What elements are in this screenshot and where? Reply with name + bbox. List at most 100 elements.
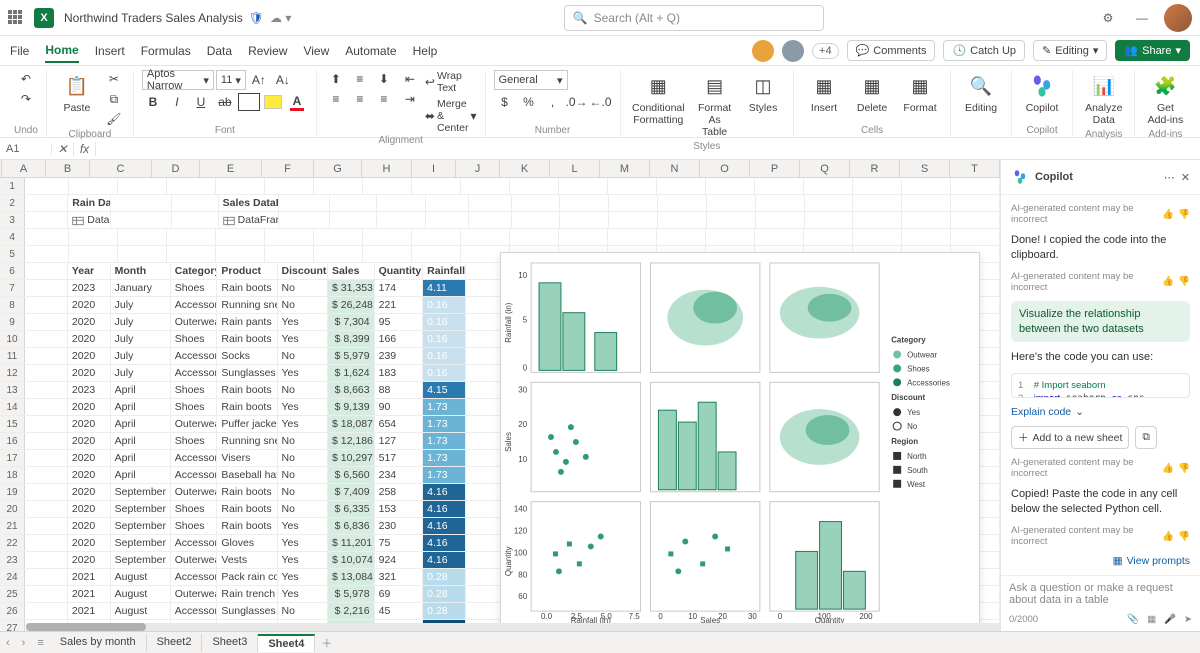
cell[interactable] [951,195,1000,211]
strike-button[interactable]: ab [214,93,236,111]
cell[interactable]: Shoes [171,331,218,347]
thumbs-up-icon[interactable]: 👍 [1162,463,1174,474]
column-header[interactable]: R [850,160,900,177]
cell[interactable] [25,348,68,364]
cell[interactable] [167,246,216,262]
cell[interactable]: Shoes [171,280,218,296]
cell[interactable] [377,212,426,228]
cell[interactable]: September [111,552,171,568]
cell[interactable] [902,212,951,228]
row-header[interactable]: 11 [0,348,25,364]
more-icon[interactable]: ⋯ [1164,171,1175,184]
column-header[interactable]: D [152,160,200,177]
cell[interactable]: Outerwear [171,552,218,568]
cell[interactable]: 0.16 [423,365,466,381]
cell[interactable]: $ 12,186 [328,433,375,449]
cell[interactable] [657,178,706,194]
cell[interactable] [512,212,561,228]
thumbs-down-icon[interactable]: 👎 [1178,463,1190,474]
column-header[interactable]: Q [800,160,850,177]
cell[interactable] [25,450,68,466]
row-header[interactable]: 7 [0,280,25,296]
cell[interactable]: $ 7,304 [328,314,375,330]
cell[interactable] [25,552,68,568]
pairplot-chart[interactable]: Rainfall (in) Sales Quantity Rainfall (i… [500,252,980,631]
cell[interactable]: Accessories [171,603,218,619]
cell[interactable]: No [278,382,328,398]
cell[interactable] [658,195,707,211]
cell[interactable]: 75 [375,535,424,551]
percent-button[interactable]: % [518,93,540,111]
cell[interactable] [469,212,512,228]
cell[interactable]: $ 8,399 [328,331,375,347]
cell[interactable]: 166 [375,331,424,347]
cell[interactable] [608,178,657,194]
cell[interactable]: $ 8,663 [328,382,375,398]
cell[interactable]: Rain trench coats [217,586,277,602]
row-header[interactable]: 26 [0,603,25,619]
cell[interactable] [902,178,951,194]
number-format-select[interactable]: General▾ [494,70,568,90]
cell[interactable]: 4.16 [423,535,466,551]
cell[interactable]: No [278,484,328,500]
cell[interactable]: 90 [375,399,424,415]
cell[interactable] [25,518,68,534]
cell[interactable]: Outerwear [171,314,218,330]
cell[interactable]: 1.73 [423,416,466,432]
cell[interactable]: Month [111,263,171,279]
cell[interactable]: $ 10,074 [328,552,375,568]
row-header[interactable]: 4 [0,229,25,245]
cell[interactable] [279,212,330,228]
cell[interactable] [853,195,902,211]
tab-insert[interactable]: Insert [95,40,125,62]
cell[interactable] [167,178,216,194]
format-painter-button[interactable]: 🖌 [103,110,125,128]
cell[interactable]: Yes [278,518,328,534]
decrease-indent-button[interactable]: ⇤ [399,70,421,88]
cell[interactable]: No [278,467,328,483]
align-center-button[interactable]: ≡ [349,90,371,108]
name-box[interactable]: A1 [0,143,52,155]
cell[interactable] [469,195,512,211]
cell[interactable]: Rain boots [217,331,277,347]
row-header[interactable]: 1 [0,178,25,194]
cell[interactable]: 45 [375,603,424,619]
add-to-sheet-button[interactable]: ＋Add to a new sheet [1011,426,1129,449]
cell[interactable] [363,178,412,194]
cell[interactable]: Quantity [375,263,424,279]
cell[interactable]: 2020 [68,348,111,364]
share-button[interactable]: 👥Share ▾ [1115,40,1190,61]
align-bottom-button[interactable]: ⬇ [373,70,395,88]
cell[interactable]: Yes [278,586,328,602]
cell[interactable]: No [278,297,328,313]
cell[interactable] [330,195,377,211]
cell[interactable] [25,195,68,211]
cell[interactable] [172,195,219,211]
cell[interactable]: $ 11,201 [328,535,375,551]
cell[interactable] [25,586,68,602]
cell[interactable]: Pack rain covers [217,569,277,585]
row-header[interactable]: 23 [0,552,25,568]
cell[interactable]: $ 6,560 [328,467,375,483]
wrap-text-button[interactable]: ↩Wrap Text [425,70,477,94]
app-launcher-icon[interactable] [8,10,24,26]
font-color-button[interactable]: A [286,93,308,111]
worksheet[interactable]: ABCDEFGHIJKLMNOPQRST 12Rain DataFrameSal… [0,160,1000,631]
cell[interactable]: 2023 [68,382,111,398]
cell[interactable]: $ 31,353 [328,280,375,296]
cell[interactable] [25,603,68,619]
cell[interactable]: 2020 [68,467,111,483]
cell[interactable]: Rain boots [217,399,277,415]
column-header[interactable]: G [314,160,362,177]
horizontal-scrollbar[interactable] [26,623,1000,631]
presence-avatar[interactable] [782,40,804,62]
paste-button[interactable]: 📋Paste [55,70,99,116]
cell[interactable]: Shoes [171,399,218,415]
cell[interactable]: 221 [375,297,424,313]
cell[interactable] [118,229,167,245]
cell[interactable] [216,178,265,194]
currency-button[interactable]: $ [494,93,516,111]
cell[interactable] [25,382,68,398]
row-header[interactable]: 14 [0,399,25,415]
row-header[interactable]: 9 [0,314,25,330]
